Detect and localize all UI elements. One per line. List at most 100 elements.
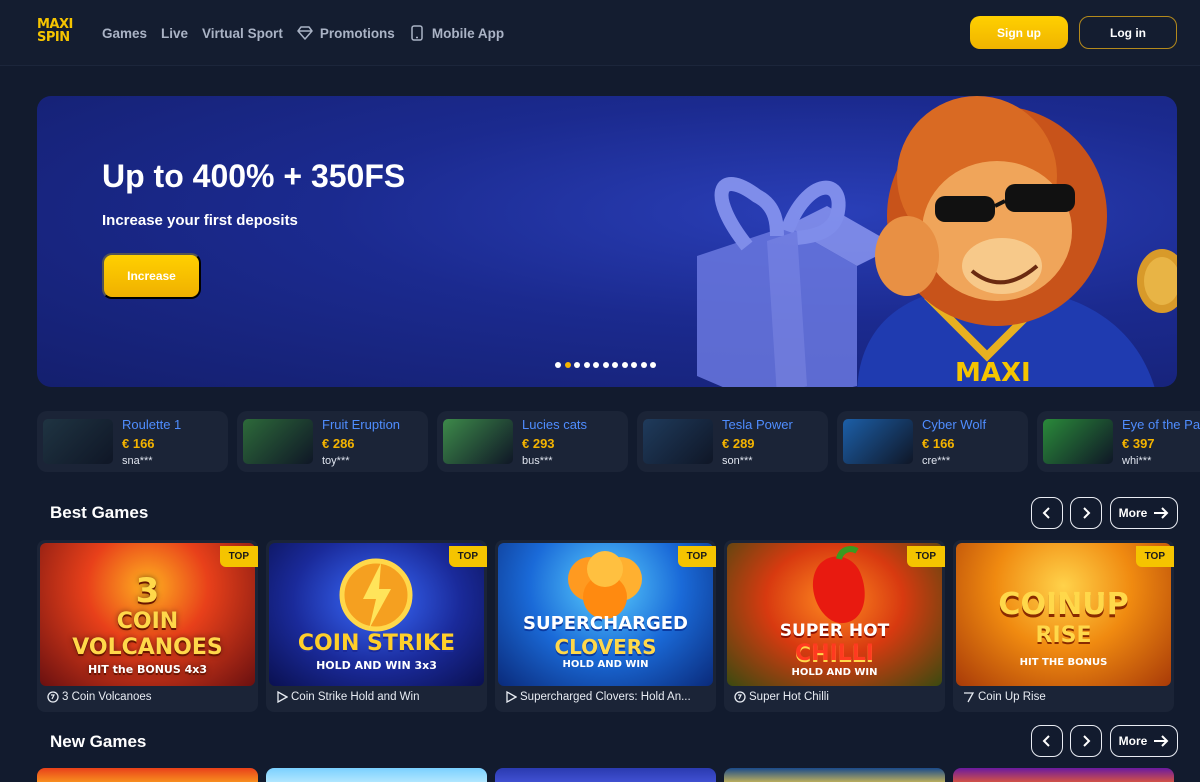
signup-button[interactable]: Sign up — [970, 16, 1068, 49]
game-card-supercharged-clovers[interactable]: SUPERCHARGED CLOVERS HOLD AND WIN TOP Su… — [495, 540, 716, 712]
winner-card[interactable]: Tesla Power € 289 son*** — [637, 411, 828, 472]
coin-icon — [734, 691, 746, 703]
top-badge: TOP — [677, 546, 716, 567]
top-badge: TOP — [219, 546, 258, 567]
carousel-dot[interactable] — [640, 362, 647, 368]
new-games-next-button[interactable] — [1070, 725, 1102, 757]
winner-amount: € 166 — [122, 436, 155, 451]
winner-card[interactable]: Fruit Eruption € 286 toy*** — [237, 411, 428, 472]
nav-games-label: Games — [102, 25, 148, 41]
winner-game-name: Fruit Eruption — [322, 417, 401, 432]
winner-game-thumbnail — [843, 419, 913, 464]
top-badge: TOP — [448, 546, 487, 567]
nav-promotions-label: Promotions — [319, 25, 395, 41]
arrow-right-icon — [1154, 507, 1169, 519]
winner-game-thumbnail — [1043, 419, 1113, 464]
winner-username: whi*** — [1122, 455, 1152, 467]
best-games-title: Best Games — [50, 503, 149, 522]
new-games-title: New Games — [50, 732, 147, 751]
game-card-coin-up-rise[interactable]: COINUP RISE HIT THE BONUS TOP Coin Up Ri… — [953, 540, 1174, 712]
game-caption: Coin Strike Hold and Win — [276, 691, 481, 703]
lion-mascot-illustration: MAXI — [697, 96, 1177, 387]
carousel-dot[interactable] — [621, 362, 628, 368]
winner-game-name: Cyber Wolf — [922, 417, 987, 432]
winner-card[interactable]: Eye of the Panda € 397 whi*** — [1037, 411, 1200, 472]
chilli-art — [812, 546, 865, 624]
best-games-prev-button[interactable] — [1031, 497, 1063, 529]
game-card-coin-strike[interactable]: COIN STRIKE HOLD AND WIN 3x3 TOP Coin St… — [266, 540, 487, 712]
winner-card[interactable]: Roulette 1 € 166 sna*** — [37, 411, 228, 472]
game-caption: Coin Up Rise — [963, 691, 1168, 703]
chevron-right-icon — [1083, 507, 1091, 519]
winner-username: toy*** — [322, 455, 350, 467]
nav-live[interactable]: Live — [161, 26, 188, 41]
play-icon — [277, 691, 288, 703]
winner-game-thumbnail — [643, 419, 713, 464]
winner-amount: € 397 — [1122, 436, 1155, 451]
lightning-coin-art — [339, 558, 413, 632]
nav-mobile-app-label: Mobile App — [431, 25, 505, 41]
promo-banner[interactable]: MAXI Up to 400% + 350FS Increase your fi… — [37, 96, 1177, 387]
game-caption: 3 Coin Volcanoes — [47, 691, 252, 703]
phone-icon — [409, 25, 425, 41]
winner-game-name: Roulette 1 — [122, 417, 182, 432]
maxispin-logo[interactable]: MAXI SPIN — [37, 18, 79, 46]
top-header: MAXI SPIN Games Live Virtual Sport Promo… — [0, 0, 1200, 66]
logo-line-2: SPIN — [37, 30, 70, 45]
winner-game-thumbnail — [443, 419, 513, 464]
winner-card[interactable]: Lucies cats € 293 bus*** — [437, 411, 628, 472]
carousel-dot[interactable] — [602, 362, 609, 368]
winner-card[interactable]: Cyber Wolf € 166 cre*** — [837, 411, 1028, 472]
game-card-3-coin-volcanoes[interactable]: 3 COIN VOLCANOES HIT the BONUS 4x3 TOP 3… — [37, 540, 258, 712]
nav-live-label: Live — [161, 25, 189, 41]
play-icon — [506, 691, 517, 703]
clover-art — [568, 551, 642, 619]
login-button[interactable]: Log in — [1079, 16, 1177, 49]
top-badge: TOP — [906, 546, 945, 567]
winner-amount: € 286 — [322, 436, 355, 451]
carousel-dot[interactable] — [574, 362, 580, 368]
new-game-card[interactable] — [266, 768, 487, 782]
diamond-icon — [297, 25, 313, 41]
carousel-dot[interactable] — [650, 362, 656, 368]
game-caption: Super Hot Chilli — [734, 691, 939, 703]
best-games-next-button[interactable] — [1070, 497, 1102, 529]
game-title: 3 Coin Volcanoes — [62, 691, 152, 703]
carousel-dot[interactable] — [612, 362, 618, 368]
winner-amount: € 166 — [922, 436, 955, 451]
nav-mobile-app[interactable]: Mobile App — [409, 25, 504, 41]
game-title: Supercharged Clovers: Hold An... — [520, 691, 691, 703]
nav-promotions[interactable]: Promotions — [297, 25, 395, 41]
winner-username: cre*** — [922, 455, 951, 467]
new-game-card[interactable] — [37, 768, 258, 782]
winner-game-name: Tesla Power — [722, 417, 793, 432]
best-games-more-button[interactable]: More — [1110, 497, 1178, 529]
carousel-dot[interactable] — [583, 362, 590, 368]
carousel-dots — [555, 362, 656, 368]
nav-games[interactable]: Games — [102, 26, 147, 41]
winner-amount: € 293 — [522, 436, 555, 451]
svg-text:MAXI: MAXI — [955, 358, 1031, 387]
winner-username: son*** — [722, 455, 753, 467]
carousel-dot[interactable] — [593, 362, 599, 368]
banner-subtitle: Increase your first deposits — [102, 212, 298, 229]
new-games-prev-button[interactable] — [1031, 725, 1063, 757]
new-game-card[interactable] — [495, 768, 716, 782]
carousel-dot[interactable] — [555, 362, 561, 368]
winner-username: bus*** — [522, 455, 553, 467]
new-game-card[interactable] — [724, 768, 945, 782]
recent-winners-strip: Roulette 1 € 166 sna*** Fruit Eruption € 286… — [37, 411, 1200, 472]
increase-button[interactable]: Increase — [102, 253, 201, 299]
nav-virtual-sport-label: Virtual Sport — [202, 25, 283, 41]
game-card-super-hot-chilli[interactable]: SUPER HOT CHILLI HOLD AND WIN TOP Super … — [724, 540, 945, 712]
carousel-dot[interactable] — [564, 362, 571, 368]
winner-game-thumbnail — [43, 419, 113, 464]
new-games-more-button[interactable]: More — [1110, 725, 1178, 757]
more-label: More — [1118, 734, 1148, 748]
new-game-card[interactable] — [953, 768, 1174, 782]
carousel-dot[interactable] — [631, 362, 637, 368]
chevron-left-icon — [1042, 735, 1050, 747]
nav-virtual-sport[interactable]: Virtual Sport — [202, 26, 283, 41]
more-label: More — [1118, 506, 1148, 520]
game-title: Coin Up Rise — [978, 691, 1046, 703]
